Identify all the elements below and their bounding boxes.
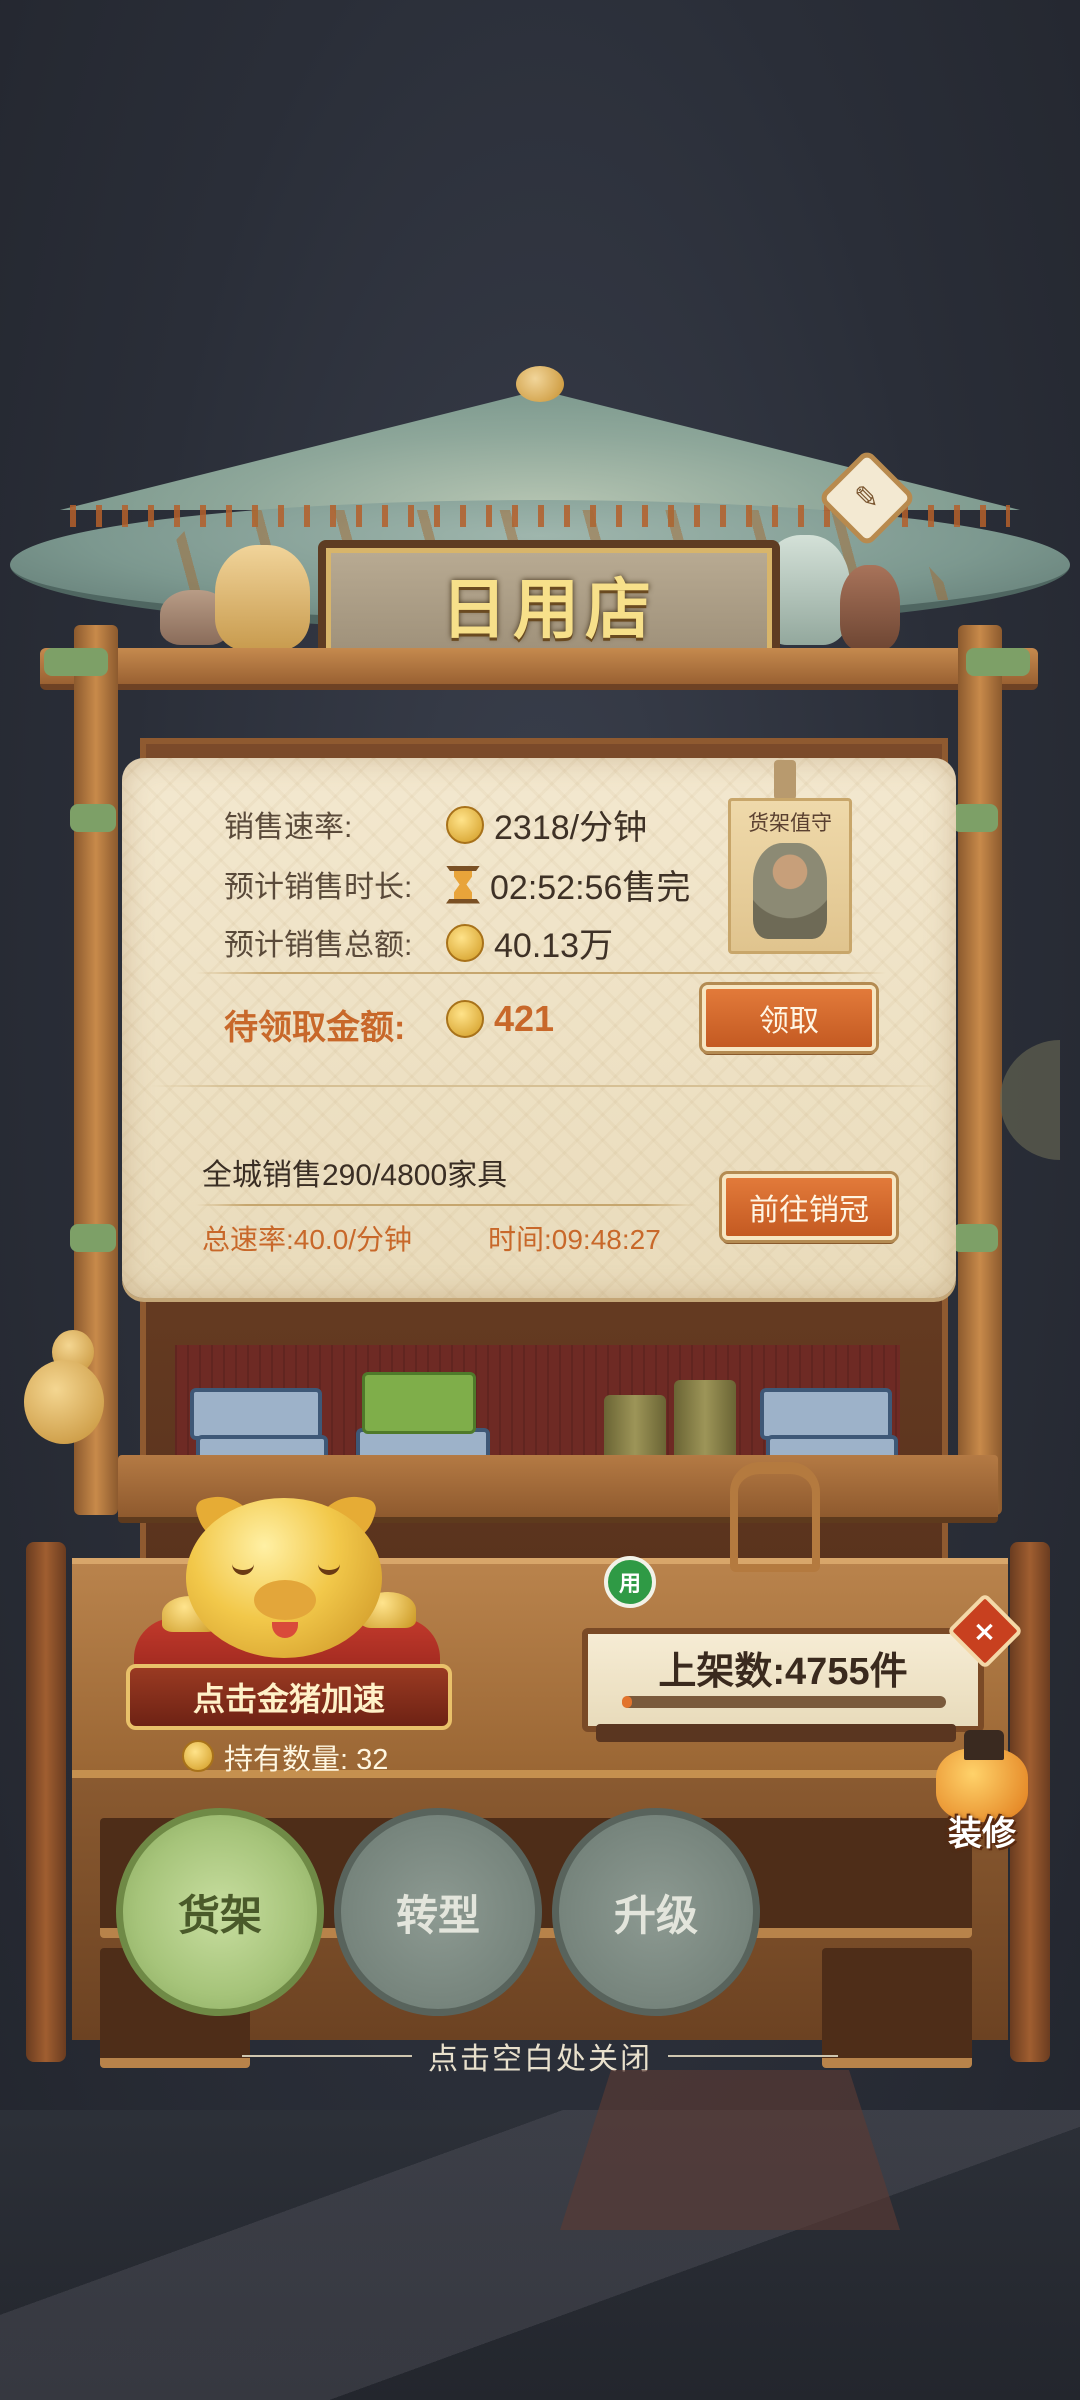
pot-decoration <box>840 565 900 650</box>
gourd-icon <box>24 1360 104 1444</box>
chair-decoration <box>730 1462 820 1572</box>
rope-tie <box>70 804 116 832</box>
claim-button[interactable]: 领取 <box>702 985 876 1051</box>
total-value: 40.13万 <box>446 918 613 967</box>
shelf-progress-bar <box>622 1696 946 1708</box>
bundle-item <box>362 1372 476 1434</box>
eta-value: 02:52:56售完 <box>446 860 690 909</box>
rope-tie <box>952 804 998 832</box>
pencil-icon: ✎ <box>854 480 880 516</box>
hint-line <box>668 2055 838 2057</box>
decorate-button[interactable]: 装修 <box>928 1730 1038 1853</box>
right-post <box>958 625 1002 1515</box>
rope-tie <box>44 648 108 676</box>
pot-decoration <box>215 545 310 650</box>
shelf-progress-fill <box>622 1696 632 1708</box>
use-badge[interactable]: 用 <box>604 1556 656 1608</box>
tab-upgrade[interactable]: 升级 <box>552 1808 760 2016</box>
shelf-guard-label: 货架值守 <box>748 812 832 835</box>
close-icon: × <box>973 1614 997 1648</box>
background-roof <box>560 2070 900 2230</box>
divider <box>150 1085 940 1087</box>
edge-decoration <box>1000 1040 1060 1160</box>
coin-icon <box>182 1740 214 1772</box>
rope-tie <box>70 1224 116 1252</box>
tab-shelf[interactable]: 货架 <box>116 1808 324 2016</box>
coin-icon <box>446 1000 484 1038</box>
go-to-champion-button[interactable]: 前往销冠 <box>722 1174 896 1240</box>
boost-label: 点击金猪加速 <box>192 1681 385 1717</box>
plaque-stand <box>596 1724 956 1742</box>
gold-pig-boost-button[interactable]: 点击金猪加速 <box>126 1664 452 1730</box>
tab-transform[interactable]: 转型 <box>334 1808 542 2016</box>
pin <box>774 760 796 800</box>
time-text: 时间:09:48:27 <box>488 1224 661 1255</box>
coin-icon <box>446 805 484 844</box>
hold-count: 持有数量: 32 <box>224 1744 389 1776</box>
guard-character <box>753 843 827 939</box>
pending-label: 待领取金额: <box>224 1009 406 1047</box>
roof-finial <box>516 366 564 402</box>
top-beam <box>40 648 1038 690</box>
background-scenery <box>0 2110 1080 2400</box>
hourglass-icon <box>446 865 480 904</box>
city-sales-text: 全城销售290/4800家具 <box>202 1159 508 1192</box>
total-label: 预计销售总额: <box>224 929 413 962</box>
close-hint[interactable]: 点击空白处关闭 <box>0 2036 1080 2076</box>
divider <box>196 972 886 974</box>
rope-tie <box>952 1224 998 1252</box>
total-rate-text: 总速率:40.0/分钟 <box>202 1224 413 1255</box>
shelf-guard-card[interactable]: 货架值守 <box>728 798 852 954</box>
decorate-label: 装修 <box>948 1815 1016 1853</box>
shelf-count-text: 上架数:4755件 <box>658 1651 908 1693</box>
shop-title: 日用店 <box>441 570 657 648</box>
hat-icon <box>964 1730 1004 1760</box>
hint-line <box>242 2055 412 2057</box>
rope-tie <box>966 648 1030 676</box>
eta-label: 预计销售时长: <box>224 871 413 904</box>
divider <box>196 1204 696 1206</box>
pig-snout <box>254 1580 316 1620</box>
box-item <box>190 1388 322 1440</box>
coin-icon <box>446 923 484 962</box>
shelf-count-plaque: 上架数:4755件 <box>582 1628 984 1732</box>
pending-value: 421 <box>446 998 554 1040</box>
counter-side <box>26 1542 66 2062</box>
box-item <box>760 1388 892 1440</box>
sales-rate-label: 销售速率: <box>224 811 353 844</box>
sales-rate-value: 2318/分钟 <box>446 800 647 849</box>
